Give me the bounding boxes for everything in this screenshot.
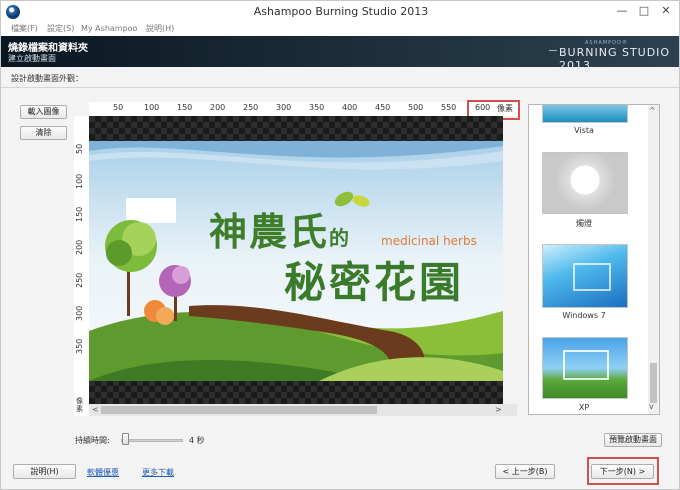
- template-label: Windows 7: [562, 311, 606, 320]
- duration-label: 持續時間:: [75, 436, 110, 445]
- preview-splash-button[interactable]: 預覽啟動畫面: [604, 433, 662, 447]
- page-title: 燒錄檔案和資料夾: [8, 43, 88, 54]
- help-button[interactable]: 說明(H): [13, 464, 76, 479]
- template-vertical-scrollbar[interactable]: ^ v: [648, 105, 659, 414]
- canvas-horizontal-scrollbar[interactable]: < >: [89, 404, 503, 416]
- ruler-tick: 500: [408, 103, 424, 112]
- duration-slider-thumb[interactable]: [122, 433, 129, 445]
- template-thumb-windows7[interactable]: [542, 244, 628, 308]
- load-image-button[interactable]: 載入圖像: [20, 105, 67, 119]
- template-thumb-vista[interactable]: [542, 105, 628, 123]
- splash-image: 神農氏的 medicinal herbs 秘密花園: [89, 141, 503, 381]
- duration-value: 4 秒: [189, 436, 205, 445]
- scroll-left-icon[interactable]: <: [92, 404, 99, 416]
- window-frame-icon: [563, 350, 609, 380]
- template-label: XP: [578, 403, 590, 412]
- ruler-tick: 350: [75, 338, 84, 354]
- splash-title-line1: 神農氏的: [209, 201, 351, 256]
- ruler-left: 50 100 150 200 250 300 350: [74, 116, 89, 416]
- back-button[interactable]: < 上一步(B): [495, 464, 555, 479]
- splash-subtitle-en: medicinal herbs: [381, 234, 477, 248]
- ruler-tick: 300: [276, 103, 292, 112]
- menu-help[interactable]: 說明(H): [146, 23, 174, 35]
- minimize-button[interactable]: —: [611, 1, 633, 21]
- ruler-tick: 100: [144, 103, 160, 112]
- window-title: Ashampoo Burning Studio 2013: [253, 5, 429, 18]
- scroll-thumb[interactable]: [101, 406, 377, 414]
- menu-bar: 檔案(F) 設定(S) My Ashampoo 說明(H): [1, 23, 679, 36]
- template-label: Vista: [574, 126, 594, 135]
- duration-slider[interactable]: [121, 439, 183, 442]
- window-frame-icon: [573, 263, 611, 291]
- template-list[interactable]: Vista 燭燈 Windows 7 XP ^ v: [528, 104, 660, 415]
- ruler-tick: 50: [75, 143, 84, 154]
- next-button-highlight: [587, 457, 659, 485]
- ruler-tick: 100: [75, 173, 84, 189]
- menu-file[interactable]: 檔案(F): [11, 23, 38, 35]
- ruler-tick: 450: [375, 103, 391, 112]
- title-bar: Ashampoo Burning Studio 2013 — □ ✕: [1, 1, 679, 23]
- close-button[interactable]: ✕: [655, 1, 677, 21]
- scroll-thumb[interactable]: [650, 363, 657, 403]
- section-label: 設計啟動畫面外觀：: [11, 74, 83, 83]
- scroll-right-icon[interactable]: >: [495, 404, 502, 416]
- ruler-top: 50 100 150 200 250 300 350 400 450 500 5…: [89, 102, 519, 116]
- ruler-tick: 200: [75, 239, 84, 255]
- app-window: Ashampoo Burning Studio 2013 — □ ✕ 檔案(F)…: [0, 0, 680, 490]
- scroll-up-icon[interactable]: ^: [649, 105, 656, 117]
- ruler-tick: 250: [243, 103, 259, 112]
- maximize-button[interactable]: □: [633, 1, 655, 21]
- ruler-left-unit: 像素: [76, 397, 83, 413]
- splash-title-line2: 秘密花園: [284, 258, 465, 307]
- ruler-tick: 150: [75, 206, 84, 222]
- brand-logo: BURNING STUDIO 2013: [559, 46, 671, 72]
- clear-button[interactable]: 清除: [20, 126, 67, 140]
- scroll-corner: [503, 404, 517, 416]
- ruler-tick: 400: [342, 103, 358, 112]
- ruler-tick: 50: [113, 103, 124, 112]
- ruler-tick: 250: [75, 272, 84, 288]
- more-downloads-link[interactable]: 更多下載: [142, 467, 174, 478]
- menu-settings[interactable]: 設定(S): [47, 23, 74, 35]
- software-deals-link[interactable]: 軟體優惠: [87, 467, 119, 478]
- ruler-tick: 300: [75, 305, 84, 321]
- template-label: 燭燈: [576, 219, 592, 228]
- splash-title-particle: 的: [329, 226, 352, 250]
- ruler-tick: 350: [309, 103, 325, 112]
- splash-canvas[interactable]: 神農氏的 medicinal herbs 秘密花園: [89, 116, 503, 404]
- ruler-tick: 550: [441, 103, 457, 112]
- ruler-tick: 150: [177, 103, 193, 112]
- logo-divider: [549, 50, 557, 51]
- splash-title-main: 神農氏: [209, 209, 330, 254]
- menu-my-ashampoo[interactable]: My Ashampoo: [81, 23, 137, 35]
- ruler-tick: 200: [210, 103, 226, 112]
- scroll-down-icon[interactable]: v: [649, 401, 654, 413]
- template-thumb-candle[interactable]: [542, 152, 628, 214]
- header-banner: 燒錄檔案和資料夾 建立啟動畫面 ASHAMPOO® BURNING STUDIO…: [1, 36, 679, 72]
- page-subtitle: 建立啟動畫面: [8, 54, 56, 63]
- divider: [1, 87, 679, 88]
- template-thumb-xp[interactable]: [542, 337, 628, 399]
